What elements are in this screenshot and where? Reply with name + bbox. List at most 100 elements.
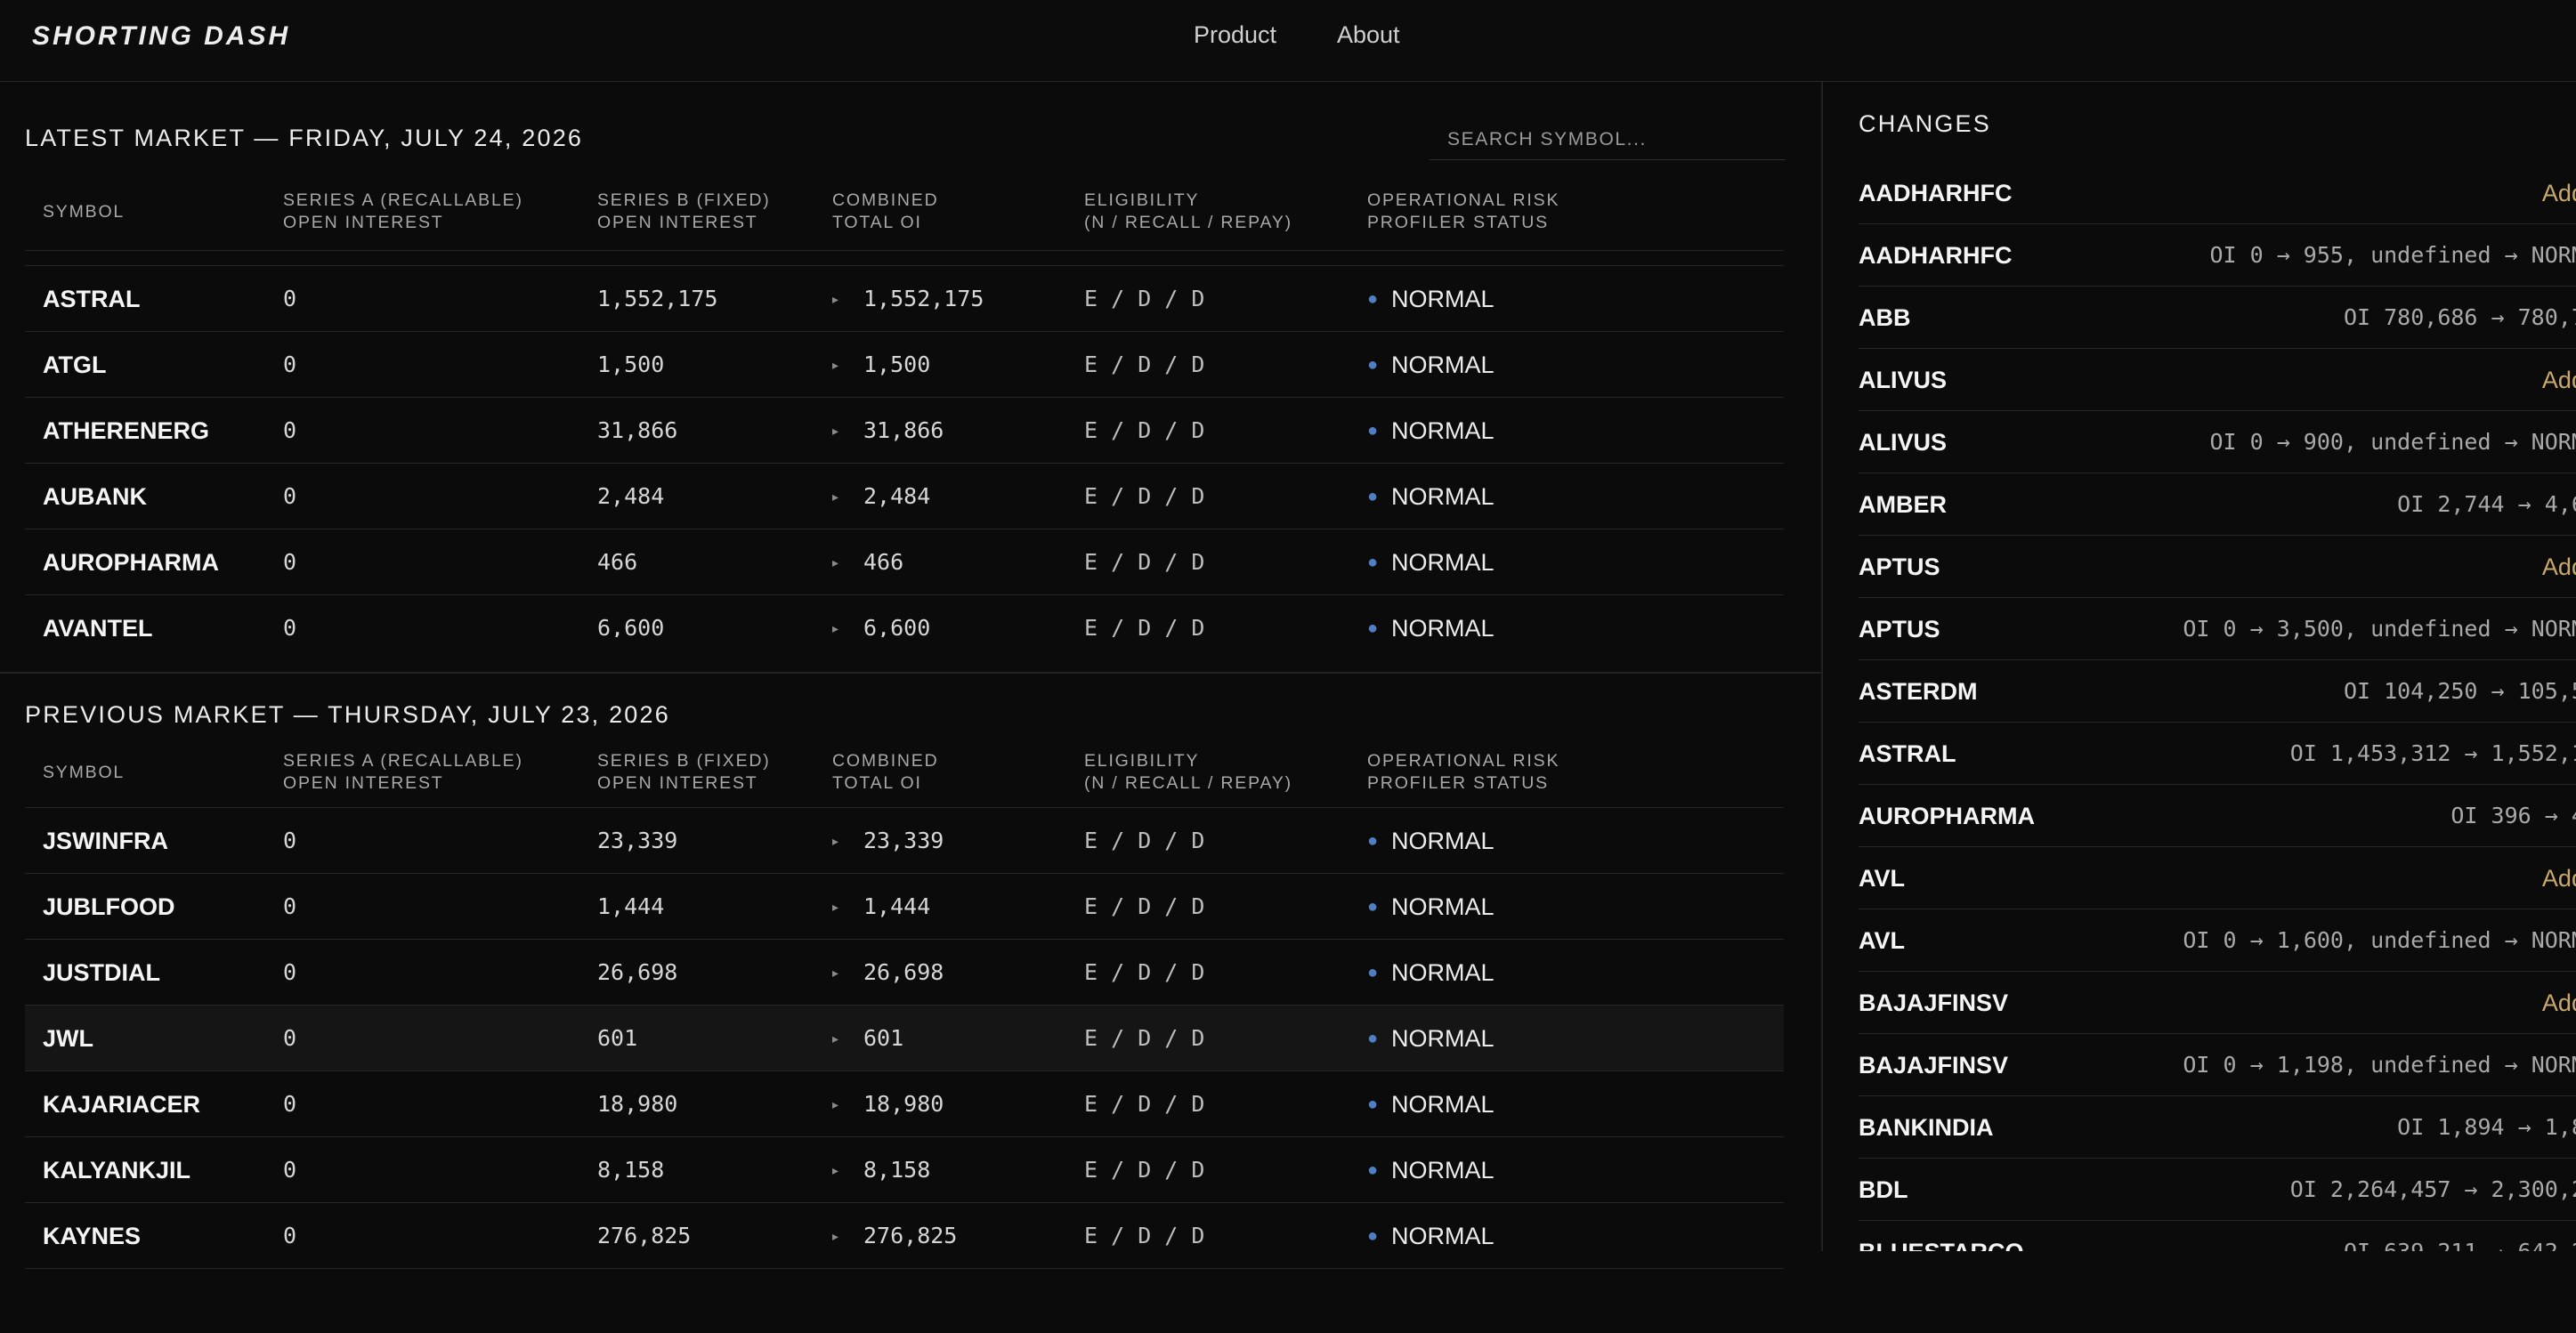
expand-arrow-icon[interactable]: ▸ (832, 251, 838, 266)
table-row[interactable]: AUROPHARMA 0 466 ▸ 466 E / D / D ● NORMAL (25, 529, 1784, 595)
change-description: OI 639,211 → 642,286 (2344, 1221, 2576, 1251)
change-item[interactable]: ASTRAL OI 1,453,312 → 1,552,175 (1859, 723, 2576, 785)
brand-logo[interactable]: SHORTING DASH (32, 21, 290, 52)
col-series-b-header[interactable]: SERIES B (FIXED) OPEN INTEREST (597, 750, 771, 795)
series-a-cell: 0 (283, 417, 297, 443)
table-row[interactable]: JUBLFOOD 0 1,444 ▸ 1,444 E / D / D ● NORMAL (25, 874, 1784, 940)
col-series-b-header[interactable]: SERIES B (FIXED) OPEN INTEREST (597, 190, 771, 234)
expand-arrow-icon[interactable]: ▸ (832, 529, 838, 595)
change-item[interactable]: APTUS OI 0 → 3,500, undefined → NORMAL (1859, 598, 2576, 660)
table-row[interactable]: ASTRAL 0 1,552,175 ▸ 1,552,175 E / D / D ● NORM… (25, 266, 1784, 332)
change-item[interactable]: BAJAJFINSV OI 0 → 1,198, undefined → NORM… (1859, 1034, 2576, 1096)
expand-arrow-icon[interactable]: ▸ (832, 464, 838, 529)
nav-product-link[interactable]: Product (1194, 21, 1276, 49)
col-eligibility-header[interactable]: ELIGIBILITY (N / RECALL / REPAY) (1084, 190, 1292, 234)
symbol-cell[interactable]: JSWINFRA (43, 808, 168, 874)
expand-arrow-icon[interactable]: ▸ (832, 1006, 838, 1071)
change-item[interactable]: ALIVUS OI 0 → 900, undefined → NORMAL (1859, 411, 2576, 473)
status-cell: NORMAL (1391, 959, 1495, 986)
change-item[interactable]: ASTERDM OI 104,250 → 105,524 (1859, 660, 2576, 723)
series-b-cell: 105,524 (597, 251, 691, 266)
status-dot-icon: ● (1367, 289, 1379, 309)
expand-arrow-icon[interactable]: ▸ (832, 940, 838, 1006)
table-row[interactable]: KALYANKJIL 0 8,158 ▸ 8,158 E / D / D ● NORMAL (25, 1137, 1784, 1203)
change-item[interactable]: AVL OI 0 → 1,600, undefined → NORMAL (1859, 909, 2576, 972)
status-cell: NORMAL (1391, 286, 1495, 312)
change-item[interactable]: BAJAJFINSV Added (1859, 972, 2576, 1034)
status-dot-icon: ● (1367, 251, 1378, 266)
col-status-header[interactable]: OPERATIONAL RISK PROFILER STATUS (1367, 750, 1559, 795)
combined-total-cell: 2,484 (863, 483, 931, 509)
expand-arrow-icon[interactable]: ▸ (832, 266, 838, 332)
table-row[interactable]: JWL 0 601 ▸ 601 E / D / D ● NORMAL (25, 1006, 1784, 1071)
col-status-header[interactable]: OPERATIONAL RISK PROFILER STATUS (1367, 190, 1559, 234)
change-description: OI 0 → 955, undefined → NORMAL (2209, 242, 2576, 268)
change-symbol: BAJAJFINSV (1859, 1052, 2009, 1079)
symbol-cell[interactable]: KAJARIACER (43, 1071, 200, 1137)
col-symbol-header[interactable]: SYMBOL (43, 201, 125, 223)
symbol-cell[interactable]: AVANTEL (43, 595, 153, 637)
expand-arrow-icon[interactable]: ▸ (832, 808, 838, 874)
symbol-cell[interactable]: ATGL (43, 332, 106, 398)
change-item[interactable]: BANKINDIA OI 1,894 → 1,895 (1859, 1096, 2576, 1159)
symbol-cell[interactable]: ASTERDM (43, 251, 162, 266)
series-a-cell: 0 (283, 615, 297, 637)
col-symbol-header[interactable]: SYMBOL (43, 762, 125, 784)
expand-arrow-icon[interactable]: ▸ (832, 874, 838, 940)
symbol-cell[interactable]: ASTRAL (43, 266, 141, 332)
eligibility-cell: E / D / D (1084, 417, 1205, 443)
col-series-a-header[interactable]: SERIES A (RECALLABLE) OPEN INTEREST (283, 750, 523, 795)
combined-total-cell: 1,500 (863, 351, 931, 377)
status-cell: NORMAL (1391, 893, 1495, 920)
symbol-cell[interactable]: AUBANK (43, 464, 147, 529)
table-row[interactable]: AUBANK 0 2,484 ▸ 2,484 E / D / D ● NORMAL (25, 464, 1784, 529)
table-row[interactable]: ATGL 0 1,500 ▸ 1,500 E / D / D ● NORMAL (25, 332, 1784, 398)
table-row[interactable]: JSWINFRA 0 23,339 ▸ 23,339 E / D / D ● NORMAL (25, 808, 1784, 874)
table-row[interactable]: ASTERDM 0 105,524 ▸ 105,524 E / D / D ● NORMAL (25, 251, 1784, 266)
symbol-cell[interactable]: ATHERENERG (43, 398, 209, 464)
expand-arrow-icon[interactable]: ▸ (832, 398, 838, 464)
nav-about-link[interactable]: About (1337, 21, 1400, 49)
change-item[interactable]: AADHARHFC Added (1859, 162, 2576, 224)
previous-table-body[interactable]: JSWINFRA 0 23,339 ▸ 23,339 E / D / D ● NORMAL JU… (25, 808, 1784, 1333)
symbol-cell[interactable]: JWL (43, 1006, 93, 1071)
expand-arrow-icon[interactable]: ▸ (832, 1137, 838, 1203)
table-row[interactable]: AVANTEL 0 6,600 ▸ 6,600 E / D / D ● NORMAL (25, 595, 1784, 637)
table-row[interactable]: JUSTDIAL 0 26,698 ▸ 26,698 E / D / D ● NORMAL (25, 940, 1784, 1006)
table-row[interactable]: ATHERENERG 0 31,866 ▸ 31,866 E / D / D ● NORMAL (25, 398, 1784, 464)
col-combined-header[interactable]: COMBINED TOTAL OI (832, 750, 939, 795)
latest-market-title: LATEST MARKET — FRIDAY, JULY 24, 2026 (25, 125, 584, 151)
series-b-cell: 1,552,175 (597, 286, 718, 311)
expand-arrow-icon[interactable]: ▸ (832, 332, 838, 398)
change-item[interactable]: AADHARHFC OI 0 → 955, undefined → NORMAL (1859, 224, 2576, 287)
eligibility-cell: E / D / D (1084, 1157, 1205, 1183)
change-item[interactable]: BDL OI 2,264,457 → 2,300,223 (1859, 1159, 2576, 1221)
symbol-cell[interactable]: KALYANKJIL (43, 1137, 190, 1203)
change-item[interactable]: ALIVUS Added (1859, 349, 2576, 411)
table-row[interactable]: KAJARIACER 0 18,980 ▸ 18,980 E / D / D ● NORMAL (25, 1071, 1784, 1137)
change-symbol: AVL (1859, 865, 1905, 892)
expand-arrow-icon[interactable]: ▸ (832, 595, 838, 637)
change-description: OI 396 → 466 (2450, 803, 2576, 828)
expand-arrow-icon[interactable]: ▸ (832, 1203, 838, 1269)
expand-arrow-icon[interactable]: ▸ (832, 1071, 838, 1137)
change-item[interactable]: AVL Added (1859, 847, 2576, 909)
col-series-a-header[interactable]: SERIES A (RECALLABLE) OPEN INTEREST (283, 190, 523, 234)
change-item[interactable]: ABB OI 780,686 → 780,794 (1859, 287, 2576, 349)
symbol-cell[interactable]: JUBLFOOD (43, 874, 175, 940)
change-item[interactable]: APTUS Added (1859, 536, 2576, 598)
latest-table-body[interactable]: ASTERDM0105,524▸105,524E / D / D●NORMALA… (25, 251, 1784, 637)
change-symbol: ASTRAL (1859, 740, 1956, 767)
changes-list[interactable]: AADHARHFC Added AADHARHFC OI 0 → 955, undef… (1859, 162, 2576, 1251)
symbol-cell[interactable]: KAYNES (43, 1203, 141, 1269)
change-item[interactable]: AMBER OI 2,744 → 4,611 (1859, 473, 2576, 536)
section-divider (0, 672, 1821, 674)
col-eligibility-header[interactable]: ELIGIBILITY (N / RECALL / REPAY) (1084, 750, 1292, 795)
table-row[interactable]: KAYNES 0 276,825 ▸ 276,825 E / D / D ● NORMAL (25, 1203, 1784, 1269)
change-item[interactable]: BLUESTARCO OI 639,211 → 642,286 (1859, 1221, 2576, 1251)
symbol-cell[interactable]: AUROPHARMA (43, 529, 219, 595)
search-symbol-input[interactable] (1430, 119, 1786, 160)
col-combined-header[interactable]: COMBINED TOTAL OI (832, 190, 939, 234)
symbol-cell[interactable]: JUSTDIAL (43, 940, 160, 1006)
change-item[interactable]: AUROPHARMA OI 396 → 466 (1859, 785, 2576, 847)
